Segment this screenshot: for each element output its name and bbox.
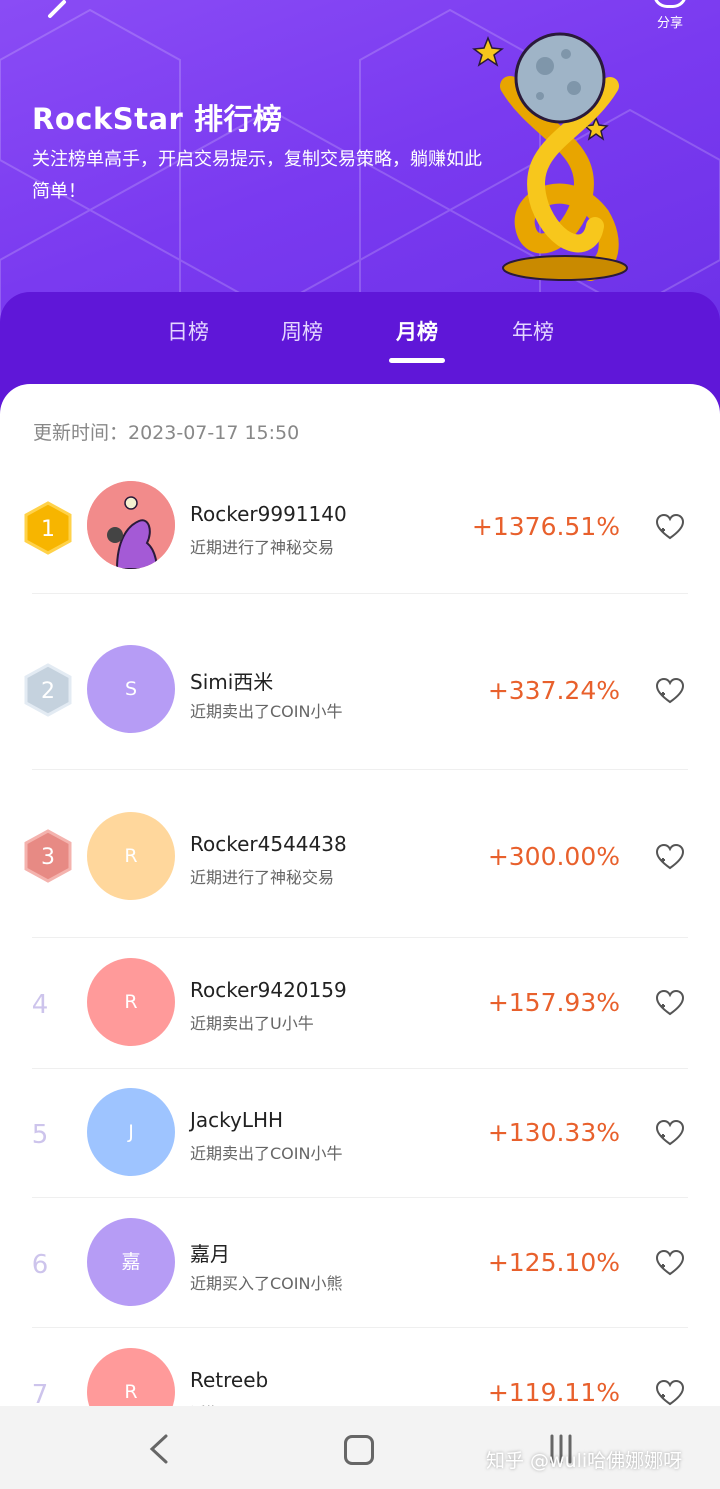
bronze-rank-badge-icon: 3 [24,829,72,883]
heart-plus-icon[interactable] [654,1378,686,1408]
avatar[interactable]: S [87,645,175,733]
return-percentage: +337.24% [487,676,620,705]
nav-back-icon[interactable] [146,1432,172,1466]
return-percentage: +130.33% [487,1118,620,1147]
username: Retreeb [190,1368,269,1392]
divider [32,593,688,594]
heart-plus-icon[interactable] [654,1118,686,1148]
rank-number: 6 [31,1250,49,1280]
tab-yearly[interactable]: 年榜 [478,316,588,346]
system-nav-bar: 知乎 @wuli哈佛娜娜呀 [0,1406,720,1489]
avatar[interactable] [87,481,175,569]
gold-rank-badge-icon: 1 [24,501,72,555]
avatar[interactable]: R [87,812,175,900]
rank-number: 4 [31,990,49,1020]
heart-plus-icon[interactable] [654,842,686,872]
recent-activity: 近期买入了COIN小熊 [190,1274,343,1293]
page-subtitle: 关注榜单高手，开启交易提示，复制交易策略，躺赚如此简单！ [32,149,482,202]
ranking-row[interactable]: 4 R Rocker9420159 近期卖出了U小牛 +157.93% [0,938,720,1069]
return-percentage: +125.10% [487,1248,620,1277]
username: JackyLHH [190,1108,284,1132]
heart-plus-icon[interactable] [654,988,686,1018]
ranking-row[interactable]: 5 J JackyLHH 近期卖出了COIN小牛 +130.33% [0,1068,720,1198]
ranking-row[interactable]: 1 Rocker9991140 近期进行了神秘交易 +1376.51% [0,464,720,594]
back-arrow-icon[interactable] [36,0,76,28]
avatar[interactable]: J [87,1088,175,1176]
trophy-illustration [472,32,628,281]
heart-plus-icon[interactable] [654,1248,686,1278]
username: Rocker9420159 [190,978,347,1002]
tab-daily[interactable]: 日榜 [133,316,243,346]
svg-text:2: 2 [41,679,55,704]
return-percentage: +157.93% [487,988,620,1017]
share-icon [653,0,687,8]
avatar[interactable]: 嘉 [87,1218,175,1306]
rank-number: 5 [31,1120,49,1150]
recent-activity: 近期卖出了U小牛 [190,1014,314,1033]
return-percentage: +119.11% [487,1378,620,1407]
heart-plus-icon[interactable] [654,512,686,542]
username: Rocker9991140 [190,502,347,526]
avatar[interactable]: R [87,958,175,1046]
tab-weekly[interactable]: 周榜 [247,316,357,346]
heart-plus-icon[interactable] [654,676,686,706]
update-time: 更新时间：2023-07-17 15:50 [33,422,300,444]
active-tab-indicator [389,358,445,363]
tab-monthly[interactable]: 月榜 [362,316,472,346]
divider [32,769,688,770]
silver-rank-badge-icon: 2 [24,663,72,717]
return-percentage: +1376.51% [471,512,620,541]
username: Rocker4544438 [190,832,347,856]
username: 嘉月 [190,1242,230,1266]
nav-home-icon[interactable] [344,1435,374,1465]
avatar-illustration [87,481,175,569]
recent-activity: 近期卖出了COIN小牛 [190,702,343,721]
recent-activity: 近期卖出了COIN小牛 [190,1144,343,1163]
ranking-row[interactable]: 2 S Simi西米 近期卖出了COIN小牛 +337.24% [0,624,720,770]
watermark: 知乎 @wuli哈佛娜娜呀 [486,1450,683,1472]
ranking-row[interactable]: 6 嘉 嘉月 近期买入了COIN小熊 +125.10% [0,1198,720,1328]
page-title: RockStar 排行榜 [32,102,283,136]
ranking-panel: 更新时间：2023-07-17 15:50 1 Rocker9991140 近期… [0,384,720,1489]
svg-text:3: 3 [41,845,55,870]
recent-activity: 近期进行了神秘交易 [190,538,335,557]
username: Simi西米 [190,670,274,694]
svg-text:1: 1 [41,517,55,542]
return-percentage: +300.00% [487,842,620,871]
recent-activity: 近期进行了神秘交易 [190,868,335,887]
ranking-row[interactable]: 3 R Rocker4544438 近期进行了神秘交易 +300.00% [0,792,720,938]
